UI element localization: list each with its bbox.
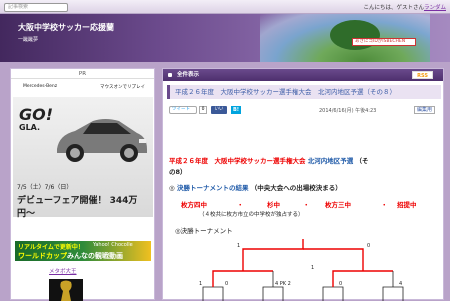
notice-banner[interactable]: あきにゴIDがISBECHEN <box>352 38 416 46</box>
ad-dates: 7/5（土）7/6（日） <box>17 184 73 191</box>
top-bar: 記事検索 こんにちは、ゲストさん ランダム <box>0 0 450 14</box>
random-link[interactable]: ランダム <box>424 3 446 11</box>
separator: ・ <box>303 201 310 209</box>
mercedes-logo: Mercedes-Benz <box>23 84 58 89</box>
site-header: 大阪中学校サッカー応援蘭 一蹴蹴夢 あきにゴIDがISBECHEN <box>0 14 450 62</box>
bracket-score: 1 <box>199 281 202 287</box>
news-title: ワールドカップみんなの観戦動画 <box>18 252 123 260</box>
bracket-score: 0 <box>367 243 370 249</box>
bullseye-icon: ◎ <box>169 184 175 192</box>
site-subtitle: 一蹴蹴夢 <box>18 37 39 43</box>
greeting-text: こんにちは、ゲストさん <box>363 5 424 11</box>
school-item: 招提中 <box>397 201 417 209</box>
hatena-bookmark-icon[interactable]: B! <box>231 106 241 114</box>
ad-go-text: GO! <box>19 105 54 124</box>
post-headline-cont: の8） <box>169 168 187 176</box>
school-item: 枚方三中 <box>325 201 351 209</box>
news-realtime-text: リアルタイムで更新中！ <box>18 244 84 251</box>
main-content: 全件表示 RSS 平成２６年度 大阪中学校サッカー選手権大会 北河内地区予選（そ… <box>162 68 444 301</box>
ad-fair-text: デビューフェア開催！ 344万円〜 <box>17 196 138 219</box>
car-image <box>57 119 147 162</box>
trophy-image <box>49 279 83 301</box>
bracket-score: 4 <box>399 281 402 287</box>
ad-header[interactable]: Mercedes-Benz マウスオンでリプレイ <box>15 83 151 93</box>
school-item: 枚方四中 <box>181 201 207 209</box>
separator: ・ <box>381 201 388 209</box>
bracket-score: 1 <box>311 265 314 271</box>
post-date: 2014/6/16(月) 午後4:23 <box>319 108 377 114</box>
schools-note: （４校共に枚方市立の中学校が独占する） <box>199 212 304 218</box>
tournament-bracket: 1 0 1 0 1 0 4 4 PK 2 <box>199 239 404 301</box>
bracket-score: 4 PK 2 <box>275 281 291 287</box>
pr-label: PR <box>11 69 154 79</box>
tab-label: 全件表示 <box>177 72 200 78</box>
tweet-count: 0 <box>199 106 207 114</box>
tweet-button[interactable]: ツイート <box>169 106 197 114</box>
bracket-score: 0 <box>225 281 228 287</box>
rss-button[interactable]: RSS <box>412 71 433 79</box>
section-heading: ◎ 決勝トーナメントの結果 （中央大会への出場校決まる） <box>169 184 342 192</box>
school-item: 杉中 <box>267 201 280 209</box>
sidebar: PR Mercedes-Benz マウスオンでリプレイ GO! GLA. 7/5… <box>10 68 155 301</box>
facebook-like-button[interactable]: いいね！ <box>211 106 227 120</box>
ad-gla-text: GLA. <box>19 123 41 132</box>
bracket-score: 0 <box>339 281 342 287</box>
bracket-label: ◎決勝トーナメント <box>175 227 233 235</box>
edit-button[interactable]: 編集用 <box>413 106 435 114</box>
search-input[interactable]: 記事検索 <box>4 3 68 12</box>
post-headline: 平成２６年度 大阪中学校サッカー選手権大会 北河内地区予選 （そ <box>169 157 369 165</box>
bracket-score: 1 <box>237 243 240 249</box>
car-ad[interactable]: GO! GLA. 7/5（土）7/6（日） デビューフェア開催！ 344万円〜 <box>13 97 153 219</box>
news-brand-text: Yahoo! Chocolle <box>93 242 133 248</box>
separator: ・ <box>237 201 244 209</box>
social-buttons: ツイート 0 いいね！ B! 2014/6/16(月) 午後4:23 編集用 <box>169 106 439 120</box>
list-icon <box>168 73 172 77</box>
meta-link[interactable]: メタボ大王 <box>49 267 77 275</box>
worldcup-ad[interactable]: リアルタイムで更新中！ Yahoo! Chocolle ワールドカップみんなの観… <box>15 241 151 261</box>
site-title[interactable]: 大阪中学校サッカー応援蘭 <box>18 22 114 33</box>
tab-all[interactable]: 全件表示 RSS <box>163 69 443 81</box>
post-title[interactable]: 平成２６年度 大阪中学校サッカー選手権大会 北河内地区予選（その８） <box>167 85 441 99</box>
replay-text: マウスオンでリプレイ <box>100 85 145 90</box>
